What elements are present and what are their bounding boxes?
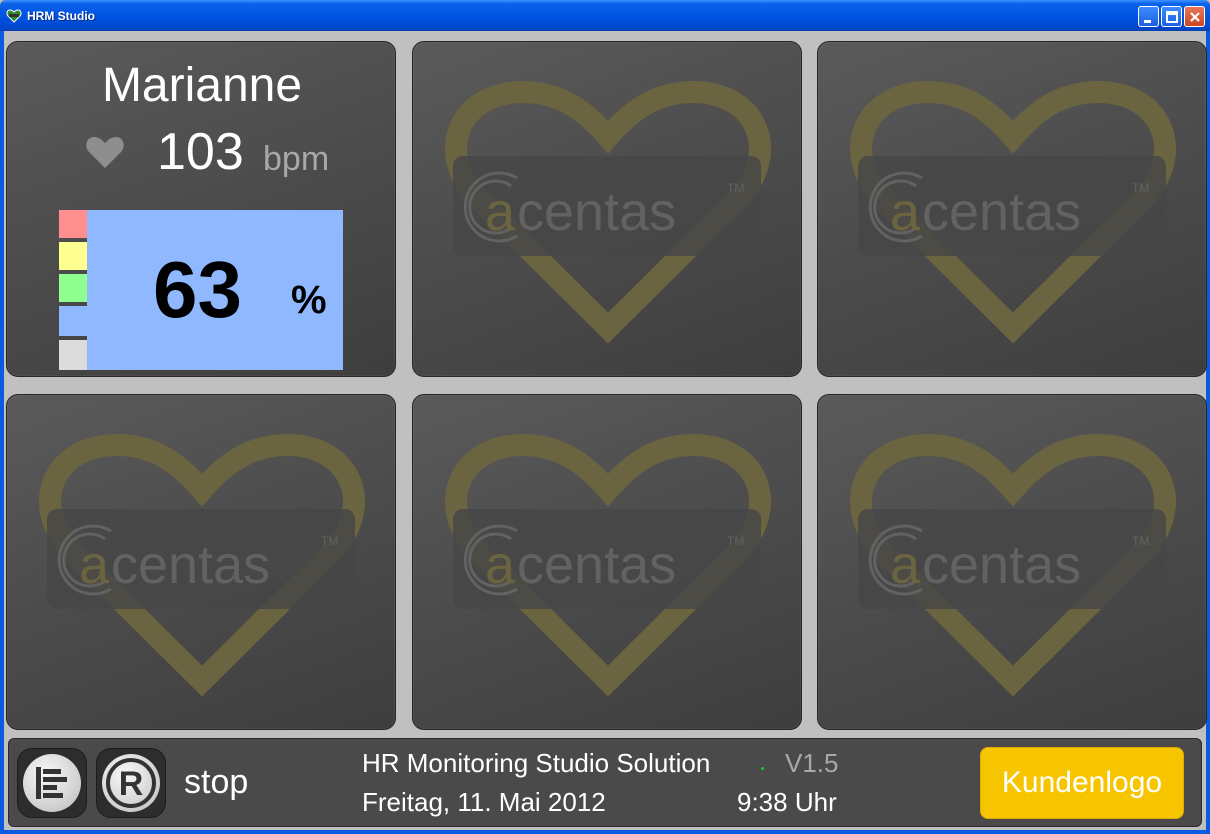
window-title: HRM Studio <box>27 9 95 23</box>
svg-text:centas: centas <box>517 182 676 242</box>
svg-text:a: a <box>485 535 516 595</box>
empty-tile[interactable]: a centas TM <box>6 394 396 730</box>
product-name: HR Monitoring Studio Solution <box>362 748 711 778</box>
zone-4-block <box>59 242 87 270</box>
svg-text:a: a <box>485 182 516 242</box>
close-icon <box>1190 12 1200 22</box>
connection-indicator <box>761 767 764 770</box>
participant-tile[interactable]: Marianne 103 bpm 63 % <box>6 41 396 377</box>
zone-3-block <box>59 274 87 302</box>
current-date: Freitag, 11. Mai 2012 <box>362 787 606 817</box>
empty-tile[interactable]: a centas TM <box>817 41 1207 377</box>
register-icon: R <box>106 758 156 808</box>
intensity-unit: % <box>291 278 327 322</box>
register-button-face: R <box>102 754 160 812</box>
menu-icon <box>36 767 67 799</box>
svg-text:centas: centas <box>922 182 1081 242</box>
svg-text:TM: TM <box>727 181 744 195</box>
zone-5-block <box>59 210 87 238</box>
svg-text:centas: centas <box>922 535 1081 595</box>
status-bar: R stop HR Monitoring Studio Solution Fre… <box>8 738 1202 827</box>
heart-rate-unit: bpm <box>263 140 330 178</box>
acentas-watermark: a centas TM <box>850 80 1176 344</box>
svg-text:TM: TM <box>727 534 744 548</box>
svg-text:a: a <box>890 535 921 595</box>
menu-button[interactable] <box>17 748 87 818</box>
svg-text:TM: TM <box>321 534 338 548</box>
heart-icon <box>86 137 124 168</box>
minimize-button[interactable] <box>1138 6 1159 27</box>
minimize-icon <box>1144 20 1151 23</box>
zone-indicator <box>59 210 87 370</box>
maximize-button[interactable] <box>1161 6 1182 27</box>
svg-text:TM: TM <box>1132 534 1149 548</box>
zone-1-block <box>59 340 87 370</box>
svg-text:R: R <box>119 765 144 803</box>
heart-rate-value: 103 <box>157 123 244 181</box>
svg-text:a: a <box>79 535 110 595</box>
session-state: stop <box>184 763 249 801</box>
close-button[interactable] <box>1184 6 1205 27</box>
zone-2-block <box>59 306 87 336</box>
svg-text:a: a <box>890 182 921 242</box>
menu-button-face <box>23 754 81 812</box>
empty-tile[interactable]: a centas TM <box>412 394 802 730</box>
app-window: HRM Studio Marianne 103 bpm 63 % a centa… <box>0 0 1210 834</box>
register-button[interactable]: R <box>96 748 166 818</box>
participant-name: Marianne <box>101 59 303 112</box>
acentas-watermark: a centas TM <box>445 80 771 344</box>
acentas-watermark: a centas TM <box>445 433 771 697</box>
empty-tile[interactable]: a centas TM <box>817 394 1207 730</box>
acentas-watermark: a centas TM <box>39 433 365 697</box>
empty-tile[interactable]: a centas TM <box>412 41 802 377</box>
customer-logo-button[interactable]: Kundenlogo <box>980 747 1184 819</box>
monitor-grid: Marianne 103 bpm 63 % a centas TM a cent… <box>4 31 1207 830</box>
title-bar[interactable]: HRM Studio <box>0 0 1210 31</box>
acentas-watermark: a centas TM <box>850 433 1176 697</box>
svg-text:centas: centas <box>111 535 270 595</box>
svg-text:centas: centas <box>517 535 676 595</box>
svg-text:TM: TM <box>1132 181 1149 195</box>
intensity-value: 63 <box>153 245 242 334</box>
app-icon <box>6 9 22 23</box>
version-label: V1.5 <box>785 748 839 778</box>
intensity-panel: 63 % <box>87 210 343 370</box>
maximize-icon <box>1166 11 1178 23</box>
current-time: 9:38 Uhr <box>737 787 837 817</box>
